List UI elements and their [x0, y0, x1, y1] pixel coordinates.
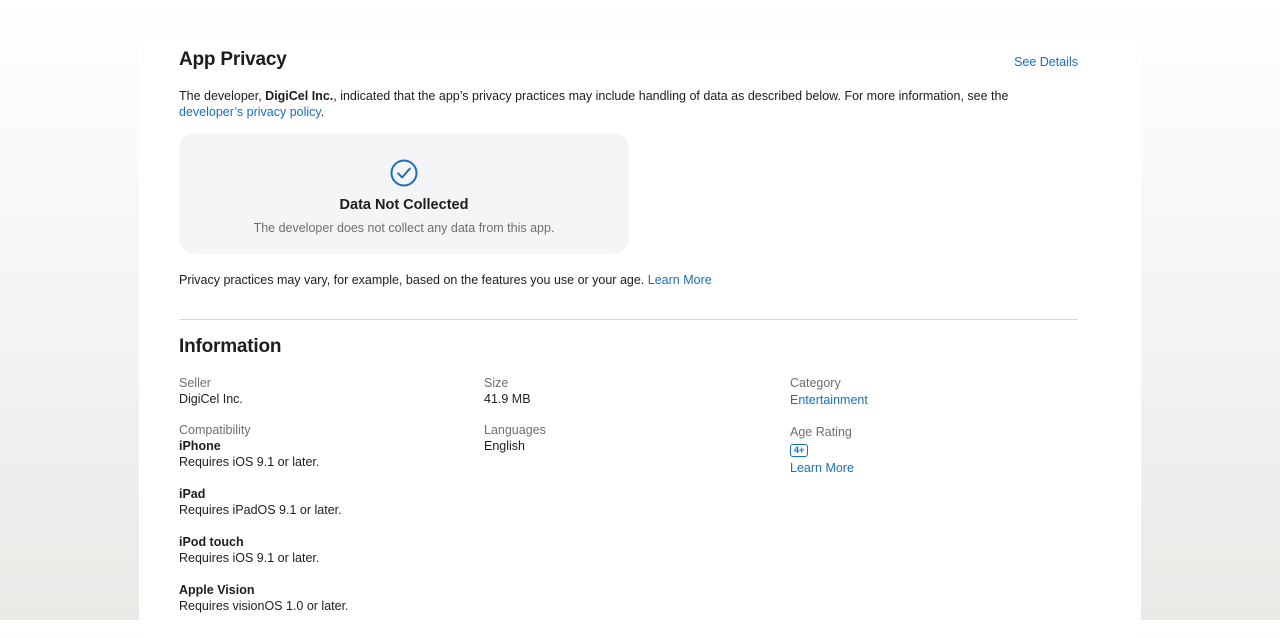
seller-info: Seller DigiCel Inc.: [179, 375, 479, 407]
seller-value: DigiCel Inc.: [179, 392, 243, 406]
category-label: Category: [790, 376, 841, 390]
device-name: Apple Vision: [179, 583, 255, 597]
device-requirement: Requires iOS 9.1 or later.: [179, 455, 320, 469]
information-title: Information: [179, 336, 282, 357]
developer-name: DigiCel Inc.: [265, 89, 334, 103]
age-rating-badge: 4+: [790, 444, 809, 457]
size-info: Size 41.9 MB: [484, 375, 784, 407]
languages-value: English: [484, 439, 525, 453]
languages-info: Languages English: [484, 422, 784, 454]
device-requirement: Requires iOS 9.1 or later.: [179, 551, 320, 565]
age-rating-info: Age Rating 4+ Learn More: [790, 424, 1090, 476]
privacy-description: The developer, DigiCel Inc., indicated t…: [179, 88, 1059, 120]
device-name: iPad: [179, 487, 206, 501]
age-rating-learn-more-link[interactable]: Learn More: [790, 460, 1090, 476]
device-apple-vision: Apple Vision Requires visionOS 1.0 or la…: [179, 582, 479, 615]
privacy-learn-more-link[interactable]: Learn More: [648, 273, 712, 287]
app-privacy-title: App Privacy: [179, 49, 287, 70]
checkmark-circle-icon: [390, 159, 418, 187]
device-ipod-touch: iPod touch Requires iOS 9.1 or later.: [179, 534, 479, 567]
see-details-link[interactable]: See Details: [1014, 55, 1078, 69]
privacy-desc-prefix: The developer,: [179, 89, 266, 103]
seller-label: Seller: [179, 376, 211, 390]
privacy-note-text: Privacy practices may vary, for example,…: [179, 273, 645, 287]
information-column-1: Seller DigiCel Inc. Compatibility iPhone…: [179, 375, 479, 630]
product-page-card: App Privacy See Details The developer, D…: [139, 38, 1141, 638]
category-info: Category Entertainment: [790, 375, 1090, 409]
device-requirement: Requires visionOS 1.0 or later.: [179, 599, 349, 613]
data-not-collected-card: Data Not Collected The developer does no…: [179, 133, 629, 254]
size-value: 41.9 MB: [484, 392, 531, 406]
device-ipad: iPad Requires iPadOS 9.1 or later.: [179, 486, 479, 519]
privacy-note: Privacy practices may vary, for example,…: [179, 273, 712, 287]
age-rating-label: Age Rating: [790, 425, 852, 439]
device-requirement: Requires iPadOS 9.1 or later.: [179, 503, 342, 517]
app-privacy-header: App Privacy See Details: [179, 49, 1078, 75]
device-iphone: iPhone Requires iOS 9.1 or later.: [179, 438, 479, 471]
data-not-collected-title: Data Not Collected: [339, 197, 469, 213]
device-name: iPhone: [179, 439, 221, 453]
developer-privacy-policy-link[interactable]: developer’s privacy policy: [179, 105, 321, 119]
section-divider: [179, 319, 1078, 320]
data-not-collected-subtitle: The developer does not collect any data …: [253, 221, 555, 235]
languages-label: Languages: [484, 423, 546, 437]
privacy-desc-end: .: [320, 105, 325, 119]
compatibility-info: Compatibility iPhone Requires iOS 9.1 or…: [179, 422, 479, 615]
compatibility-label: Compatibility: [179, 423, 251, 437]
device-name: iPod touch: [179, 535, 244, 549]
category-link[interactable]: Entertainment: [790, 393, 868, 407]
privacy-desc-suffix: , indicated that the app’s privacy pract…: [333, 89, 1009, 103]
information-column-3: Category Entertainment Age Rating 4+ Lea…: [790, 375, 1090, 491]
size-label: Size: [484, 376, 509, 390]
information-column-2: Size 41.9 MB Languages English: [484, 375, 784, 469]
